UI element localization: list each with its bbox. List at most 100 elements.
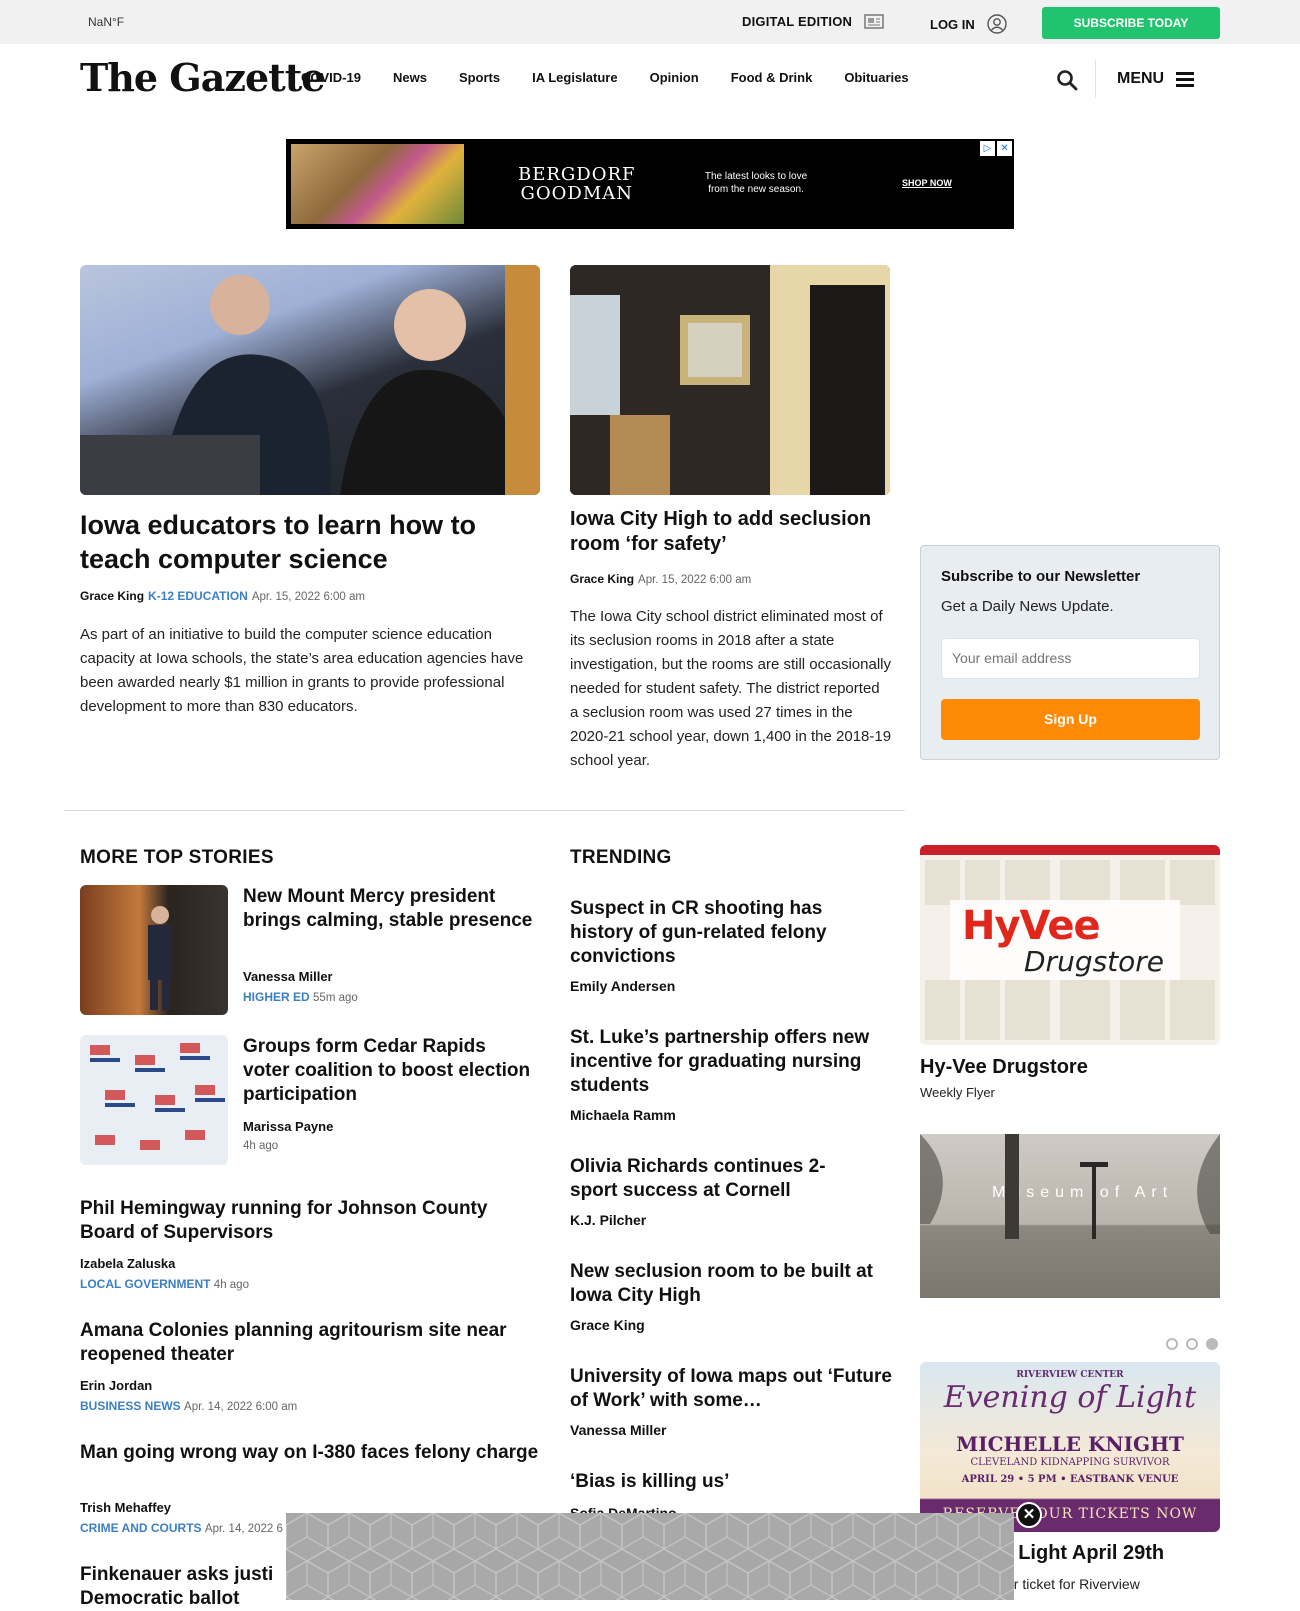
museum-image[interactable]: Museum of Art — [920, 1134, 1220, 1298]
newspaper-icon — [864, 14, 884, 29]
menu-label: MENU — [1117, 70, 1165, 87]
story-title[interactable]: Man going wrong way on I-380 faces felon… — [80, 1441, 540, 1465]
author-name[interactable]: Vanessa Miller — [570, 1422, 667, 1438]
hyvee-subtitle: Weekly Flyer — [920, 1085, 995, 1100]
author-name[interactable]: Izabela Zaluska — [80, 1256, 175, 1271]
trending-title[interactable]: Olivia Richards continues 2-sport succes… — [570, 1155, 870, 1203]
story-byline: Erin Jordan BUSINESS NEWS Apr. 14, 2022 … — [80, 1378, 297, 1413]
trending-title[interactable]: New seclusion room to be built at Iowa C… — [570, 1260, 895, 1308]
evening-date: APRIL 29 • 5 PM • EASTBANK VENUE — [961, 1474, 1179, 1485]
category-link[interactable]: K-12 EDUCATION — [148, 589, 248, 603]
trending-title[interactable]: ‘Bias is killing us’ — [570, 1470, 890, 1494]
trending-title[interactable]: University of Iowa maps out ‘Future of W… — [570, 1365, 895, 1413]
newsletter-title: Subscribe to our Newsletter — [941, 568, 1141, 585]
ad-image — [291, 144, 464, 224]
author-name[interactable]: Grace King — [570, 572, 634, 586]
category-link[interactable]: LOCAL GOVERNMENT — [80, 1277, 210, 1291]
nav-item-obituaries[interactable]: Obituaries — [844, 70, 908, 85]
carousel-dot[interactable] — [1166, 1338, 1178, 1350]
trending-heading: TRENDING — [570, 847, 672, 868]
author-name[interactable]: Emily Andersen — [570, 978, 675, 994]
trending-title[interactable]: Suspect in CR shooting has history of gu… — [570, 897, 890, 969]
ad-close-icon[interactable]: ✕ — [997, 141, 1012, 156]
digital-edition-link[interactable]: DIGITAL EDITION — [742, 14, 884, 29]
section-divider — [64, 810, 905, 811]
lead-story-byline: Grace King K-12 EDUCATION Apr. 15, 2022 … — [80, 589, 365, 603]
story-byline: Marissa Payne 4h ago — [243, 1119, 333, 1152]
story-meta: BUSINESS NEWS Apr. 14, 2022 6:00 am — [80, 1399, 297, 1413]
story-title[interactable]: New Mount Mercy president brings calming… — [243, 885, 533, 933]
publish-date: Apr. 15, 2022 6:00 am — [251, 591, 365, 603]
nav-item-covid[interactable]: COVID-19 — [301, 70, 361, 85]
nav-item-ia-legislature[interactable]: IA Legislature — [532, 70, 617, 85]
author-name[interactable]: Grace King — [570, 1317, 645, 1333]
photo-placeholder — [570, 265, 890, 495]
story-title[interactable]: Groups form Cedar Rapids voter coalition… — [243, 1035, 533, 1107]
second-story-title[interactable]: Iowa City High to add seclusion room ‘fo… — [570, 507, 890, 557]
ad-brand: BERGDORF GOODMAN — [518, 164, 636, 204]
photo-placeholder — [90, 1043, 225, 1150]
nav-item-sports[interactable]: Sports — [459, 70, 500, 85]
category-link[interactable]: CRIME AND COURTS — [80, 1521, 202, 1535]
author-name[interactable]: K.J. Pilcher — [570, 1212, 646, 1228]
hamburger-icon — [1176, 71, 1195, 87]
story-thumbnail[interactable] — [80, 1035, 228, 1165]
hyvee-flyer-image[interactable]: HyVee Drugstore — [920, 845, 1220, 1045]
evening-blurb: ur ticket for Riverview — [1006, 1576, 1140, 1592]
author-name[interactable]: Marissa Payne — [243, 1119, 333, 1134]
ad-controls: ▷ ✕ — [980, 141, 1012, 156]
lead-story-image[interactable] — [80, 265, 540, 495]
story-byline: Trish Mehaffey CRIME AND COURTS Apr. 14,… — [80, 1500, 283, 1535]
author-name[interactable]: Grace King — [80, 589, 144, 603]
evening-headline[interactable]: f Light April 29th — [1006, 1542, 1164, 1565]
author-name[interactable]: Trish Mehaffey — [80, 1500, 171, 1515]
ad-tagline: The latest looks to love from the new se… — [704, 171, 808, 195]
story-title[interactable]: Amana Colonies planning agritourism site… — [80, 1319, 540, 1367]
evening-of-light-ad[interactable]: RIVERVIEW CENTER Evening of Light MICHEL… — [920, 1362, 1220, 1532]
evening-venue: RIVERVIEW CENTER — [1016, 1370, 1124, 1380]
carousel-dot-active[interactable] — [1206, 1338, 1218, 1350]
story-thumbnail[interactable] — [80, 885, 228, 1015]
ad-shop-now-link[interactable]: SHOP NOW — [902, 178, 952, 188]
photo-placeholder — [920, 1134, 1220, 1239]
story-time: Apr. 14, 2022 6 — [204, 1523, 283, 1535]
main-nav: COVID-19 News Sports IA Legislature Opin… — [301, 70, 941, 85]
story-time: 4h ago — [213, 1279, 249, 1291]
hyvee-title[interactable]: Hy-Vee Drugstore — [920, 1056, 1088, 1079]
second-story-image[interactable] — [570, 265, 890, 495]
story-title[interactable]: Phil Hemingway running for Johnson Count… — [80, 1197, 540, 1245]
nav-item-food-drink[interactable]: Food & Drink — [731, 70, 813, 85]
login-link[interactable]: LOG IN — [930, 14, 1007, 34]
login-label: LOG IN — [930, 16, 975, 32]
bottom-sticky-ad[interactable] — [286, 1513, 1014, 1600]
story-meta: HIGHER ED 55m ago — [243, 990, 358, 1004]
author-name[interactable]: Erin Jordan — [80, 1378, 152, 1393]
adchoices-icon[interactable]: ▷ — [980, 141, 995, 156]
site-logo[interactable]: The Gazette — [80, 55, 325, 100]
category-link[interactable]: BUSINESS NEWS — [80, 1399, 181, 1413]
second-story-summary: The Iowa City school district eliminated… — [570, 608, 892, 769]
search-icon[interactable] — [1055, 68, 1079, 92]
carousel-dot[interactable] — [1186, 1338, 1198, 1350]
menu-button[interactable]: MENU — [1117, 70, 1195, 88]
digital-edition-label: DIGITAL EDITION — [742, 14, 853, 29]
top-banner-ad[interactable]: BERGDORF GOODMAN The latest looks to lov… — [286, 139, 1014, 229]
story-time: 55m ago — [313, 992, 358, 1004]
user-icon — [987, 14, 1007, 34]
category-link[interactable]: HIGHER ED — [243, 990, 310, 1004]
nav-item-opinion[interactable]: Opinion — [650, 70, 699, 85]
more-top-stories-heading: MORE TOP STORIES — [80, 847, 274, 868]
email-field[interactable] — [941, 638, 1200, 679]
subscribe-button[interactable]: SUBSCRIBE TODAY — [1042, 7, 1220, 39]
lead-story-summary: As part of an initiative to build the co… — [80, 626, 524, 715]
author-name[interactable]: Michaela Ramm — [570, 1107, 676, 1123]
lead-story-title[interactable]: Iowa educators to learn how to teach com… — [80, 508, 540, 576]
sign-up-button[interactable]: Sign Up — [941, 699, 1200, 740]
story-time: 4h ago — [243, 1140, 279, 1152]
trending-title[interactable]: St. Luke’s partnership offers new incent… — [570, 1026, 895, 1098]
author-name[interactable]: Vanessa Miller — [243, 969, 333, 984]
publish-date: Apr. 15, 2022 6:00 am — [638, 574, 752, 586]
close-ad-icon[interactable]: ✕ — [1016, 1502, 1042, 1528]
ad-pattern — [286, 1513, 1014, 1600]
nav-item-news[interactable]: News — [393, 70, 427, 85]
